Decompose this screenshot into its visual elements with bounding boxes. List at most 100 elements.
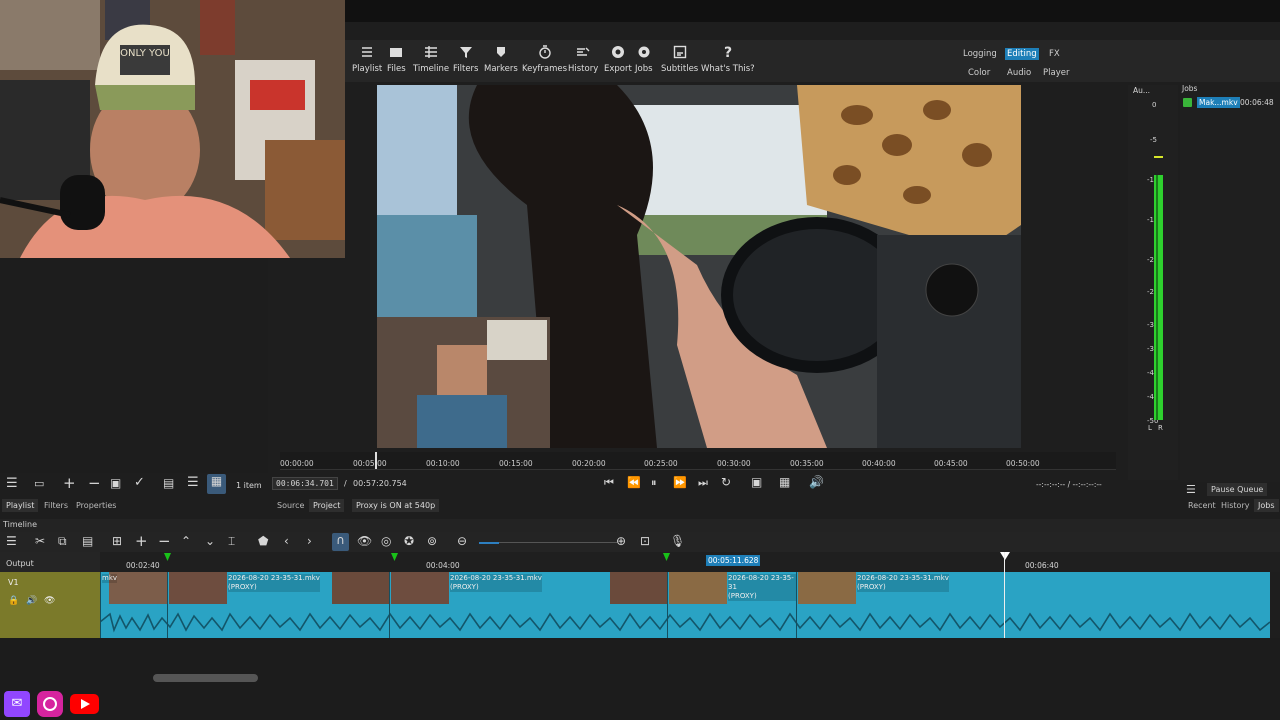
- toolbar-history-button[interactable]: History: [568, 45, 598, 74]
- update-icon[interactable]: ▣: [110, 476, 121, 490]
- layout-fx[interactable]: FX: [1049, 49, 1060, 59]
- toolbar-jobs-button[interactable]: Jobs: [635, 45, 653, 74]
- ripple-markers-icon[interactable]: ⊚: [427, 534, 437, 548]
- timeline-playhead[interactable]: [1000, 552, 1010, 560]
- toolbar-export-button[interactable]: Export: [604, 45, 632, 74]
- job-name[interactable]: Mak...mkv: [1197, 97, 1240, 108]
- job-checkbox[interactable]: [1183, 98, 1192, 107]
- zoom-out-icon[interactable]: ⊖: [457, 534, 467, 548]
- remove-track-icon[interactable]: −: [158, 532, 171, 550]
- pause-icon[interactable]: ⏸: [651, 476, 657, 490]
- ruler-tick-label: 00:50:00: [1006, 459, 1040, 468]
- tab-recent[interactable]: Recent: [1184, 499, 1220, 512]
- tab-filters[interactable]: Filters: [40, 499, 72, 512]
- prev-marker-icon[interactable]: ‹: [284, 534, 289, 548]
- toolbar-keyframes-button[interactable]: Keyframes: [522, 45, 567, 74]
- add-icon[interactable]: +: [63, 474, 76, 492]
- timeline-clip[interactable]: 2026-08-20 23-35-31 (PROXY): [667, 572, 796, 638]
- ripple-icon[interactable]: ◎: [381, 534, 391, 548]
- paste-icon[interactable]: ▤: [82, 534, 93, 548]
- video-preview[interactable]: [377, 85, 1021, 448]
- horizontal-scrollbar[interactable]: [153, 674, 258, 682]
- history-icon: [577, 47, 590, 56]
- timeline-clip[interactable]: 2026-08-20 23-35-31.mkv (PROXY): [796, 572, 1270, 638]
- output-track-header[interactable]: Output: [0, 552, 100, 572]
- copy-icon[interactable]: ⧉: [58, 534, 67, 549]
- check-icon[interactable]: ✓: [134, 475, 145, 490]
- cut-icon[interactable]: ✂: [35, 534, 45, 548]
- grid-icon[interactable]: ▦: [779, 475, 790, 489]
- fast-forward-icon[interactable]: ⏩: [673, 476, 687, 489]
- timeline-clip[interactable]: 2026-08-20 23-35-31.mkv (PROXY): [167, 572, 390, 638]
- jobs-title: Jobs: [1182, 84, 1198, 93]
- skip-to-start-icon[interactable]: ⏮: [604, 476, 614, 490]
- volume-icon[interactable]: 🔊: [809, 475, 824, 489]
- snap-icon[interactable]: ∩: [332, 533, 349, 551]
- timeline-clip[interactable]: mkv: [100, 572, 167, 638]
- zoom-in-icon[interactable]: ⊕: [616, 534, 626, 548]
- add-track-icon[interactable]: +: [135, 532, 148, 550]
- overwrite-icon[interactable]: ⌄: [205, 534, 215, 548]
- timeline-marker[interactable]: [164, 553, 171, 561]
- layout-logging[interactable]: Logging: [963, 49, 997, 59]
- toolbar-markers-button[interactable]: Markers: [484, 45, 518, 74]
- player-playhead[interactable]: [375, 452, 377, 469]
- timeline-clip[interactable]: 2026-08-20 23-35-31.mkv (PROXY): [389, 572, 668, 638]
- current-time-field[interactable]: 00:06:34.701: [272, 477, 338, 490]
- tab-jobs[interactable]: Jobs: [1254, 499, 1279, 512]
- split-icon[interactable]: ⌶: [228, 534, 235, 549]
- toolbar-timeline-button[interactable]: Timeline: [413, 45, 449, 74]
- zoom-icon[interactable]: ▣: [751, 475, 762, 489]
- tab-source[interactable]: Source: [273, 499, 308, 512]
- tab-history[interactable]: History: [1217, 499, 1253, 512]
- clip-proxy-label: (PROXY): [728, 592, 757, 600]
- pause-queue-button[interactable]: Pause Queue: [1207, 483, 1268, 496]
- details-view-icon[interactable]: ▤: [163, 476, 174, 490]
- scrub-icon[interactable]: 👁: [357, 534, 372, 548]
- clip-thumbnail: [669, 572, 727, 604]
- layout-editing[interactable]: Editing: [1005, 48, 1039, 60]
- loop-icon[interactable]: ↻: [721, 475, 731, 489]
- open-icon[interactable]: ▭: [34, 477, 44, 490]
- tab-project[interactable]: Project: [309, 499, 345, 512]
- zoom-slider-track[interactable]: [499, 542, 617, 543]
- toolbar-files-button[interactable]: Files: [387, 45, 406, 74]
- menu-icon[interactable]: ☰: [6, 476, 18, 491]
- lock-icon[interactable]: 🔒: [8, 596, 19, 606]
- marker-add-icon[interactable]: ⬟: [258, 534, 268, 548]
- append-icon[interactable]: ⊞: [112, 534, 122, 548]
- timeline-marker[interactable]: [663, 553, 670, 561]
- layout-color[interactable]: Color: [968, 68, 990, 78]
- list-view-icon[interactable]: ☰: [187, 475, 199, 490]
- timeline-marker[interactable]: [391, 553, 398, 561]
- mute-icon[interactable]: 🔊: [26, 596, 37, 606]
- player-ruler[interactable]: 00:00:00 00:05:00 00:10:00 00:15:00 00:2…: [280, 452, 1116, 470]
- toolbar-whats-this-button[interactable]: ? What's This?: [701, 45, 755, 74]
- ripple-all-icon[interactable]: ✪: [404, 534, 414, 548]
- grid-view-icon[interactable]: ▦: [207, 474, 226, 494]
- toolbar-subtitles-button[interactable]: Subtitles: [661, 45, 698, 74]
- next-marker-icon[interactable]: ›: [307, 534, 312, 548]
- record-audio-icon[interactable]: 🎙: [670, 534, 685, 548]
- clip-name: 2026-08-20 23-35-31.mkv (PROXY): [450, 574, 542, 592]
- lift-icon[interactable]: ⌃: [181, 534, 191, 548]
- v1-track[interactable]: mkv 2026-08-20 23-35-31.mkv (PROXY) 2026-…: [100, 572, 1270, 638]
- v1-track-header[interactable]: V1 🔒 🔊 👁: [0, 572, 100, 638]
- zoom-fit-icon[interactable]: ⊡: [640, 534, 650, 548]
- layout-audio[interactable]: Audio: [1007, 68, 1031, 78]
- eye-icon[interactable]: 👁: [44, 596, 55, 606]
- timeline-ruler-label: 00:06:40: [1025, 561, 1059, 570]
- job-time: 00:06:48: [1240, 98, 1274, 107]
- timeline-ruler[interactable]: 00:02:40 00:04:00 00:06:40 00:05:11.628: [100, 552, 1280, 572]
- timeline-menu-icon[interactable]: ☰: [6, 534, 17, 548]
- rewind-icon[interactable]: ⏪: [627, 476, 641, 489]
- remove-icon[interactable]: −: [88, 474, 101, 492]
- tab-playlist[interactable]: Playlist: [2, 499, 39, 512]
- jobs-menu-icon[interactable]: ☰: [1186, 483, 1196, 496]
- zoom-slider[interactable]: [479, 542, 499, 544]
- tab-properties[interactable]: Properties: [72, 499, 120, 512]
- toolbar-playlist-button[interactable]: Playlist: [352, 45, 382, 74]
- toolbar-filters-button[interactable]: Filters: [453, 45, 478, 74]
- skip-to-end-icon[interactable]: ⏭: [698, 476, 708, 490]
- layout-player[interactable]: Player: [1043, 68, 1069, 78]
